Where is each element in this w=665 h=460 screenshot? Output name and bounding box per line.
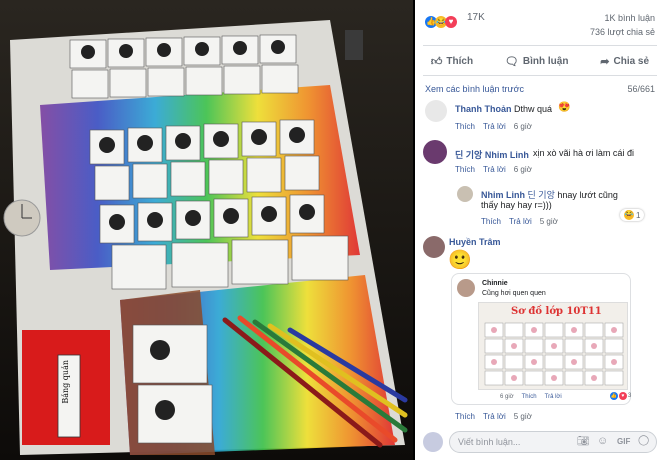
divider — [423, 75, 657, 76]
comment-time[interactable]: 5 giờ — [514, 412, 532, 421]
comment-input-placeholder: Viết bình luận... — [458, 437, 521, 447]
view-previous-comments[interactable]: Xem các bình luận trước — [425, 84, 524, 94]
comment-input[interactable]: Viết bình luận... 📷︎ ☺ GIF ◯ — [449, 431, 657, 453]
comment-button[interactable]: 🗨︎ Bình luận — [505, 55, 569, 68]
speech-bubble-icon: 🗨︎ — [504, 55, 519, 68]
comment-like-link[interactable]: Thích — [455, 165, 475, 174]
commenter-name[interactable]: Huyền Trâm — [449, 237, 501, 247]
divider — [423, 45, 657, 46]
heart-eyes-emoji: 😍 — [558, 102, 571, 113]
avatar — [423, 432, 443, 452]
comment-reply-link[interactable]: Trả lời — [509, 217, 532, 226]
avatar[interactable] — [425, 100, 447, 122]
reaction-count[interactable]: 17K — [467, 12, 485, 23]
smiley-emoji: 🙂 — [448, 250, 472, 271]
commenter-name[interactable]: Nhim Linh — [481, 190, 525, 200]
reaction-count: 3 — [628, 393, 632, 399]
sticker-icon[interactable]: ◯ — [638, 435, 649, 446]
comment-count[interactable]: 1K bình luận — [604, 13, 655, 23]
comment-actions: Thích Trả lời 5 giờ — [455, 412, 540, 421]
card-time: 6 giờ — [500, 394, 514, 400]
seating-chart-thumbnail — [484, 322, 624, 386]
commenter-name[interactable]: Thanh Thoản — [455, 104, 512, 114]
haha-reaction-icon: 😂 — [624, 210, 634, 220]
comment-actions: Thích Trả lời 5 giờ — [481, 217, 566, 226]
comment-time[interactable]: 5 giờ — [540, 217, 558, 226]
card-reactions[interactable]: 👍 ♥ 3 — [610, 392, 631, 400]
like-reaction-icon: 👍 — [610, 392, 618, 400]
comment-text: xịn xò vãi hà ơi làm cái đi — [533, 148, 634, 158]
reaction-icons[interactable]: 👍😂 ♥ — [425, 11, 457, 29]
comment-text: Dthw quá — [514, 104, 553, 114]
comment-time[interactable]: 6 giờ — [514, 122, 532, 131]
post-photo[interactable]: Bảng quản — [0, 0, 413, 460]
reaction-count: 1 — [636, 210, 641, 220]
card-reply-link[interactable]: Trả lời — [545, 394, 562, 400]
photo-label: Bảng quản — [61, 360, 70, 404]
thumbs-up-icon: 👍︎ — [430, 55, 443, 68]
attached-comment-card[interactable]: Chinnie Cũng hơi quen quen Sơ đồ lớp 10T… — [451, 273, 631, 405]
comment-actions: Thích Trả lời 6 giờ — [455, 165, 540, 174]
gif-icon[interactable]: GIF — [617, 437, 630, 446]
comment-like-link[interactable]: Thích — [455, 412, 475, 421]
avatar[interactable] — [423, 236, 445, 258]
comment-text: hnay lướt cũng — [557, 190, 618, 200]
mention[interactable]: 딘 기앙 — [528, 190, 555, 200]
comments-panel: 👍😂 ♥ 17K 1K bình luận 736 lượt chia sẻ 👍︎… — [415, 0, 665, 460]
card-image: Sơ đồ lớp 10T11 — [478, 302, 628, 390]
comment-pagination: 56/661 — [627, 84, 655, 94]
share-count[interactable]: 736 lượt chia sẻ — [590, 27, 655, 37]
avatar — [457, 279, 475, 297]
comment-actions: Thích Trả lời 6 giờ — [455, 122, 540, 131]
avatar[interactable] — [457, 186, 473, 202]
comment-time[interactable]: 6 giờ — [514, 165, 532, 174]
avatar[interactable] — [423, 140, 447, 164]
like-button[interactable]: 👍︎ Thích — [431, 55, 473, 68]
comment-reply-link[interactable]: Trả lời — [483, 165, 506, 174]
card-actions: 6 giờ Thích Trả lời — [500, 394, 570, 400]
card-image-caption: Sơ đồ lớp 10T11 — [511, 306, 602, 317]
camera-icon[interactable]: 📷︎ — [577, 436, 590, 447]
commenter-name[interactable]: 딘 기앙 Nhim Linh — [455, 148, 529, 161]
comment-like-link[interactable]: Thích — [455, 122, 475, 131]
comment-reply-link[interactable]: Trả lời — [483, 412, 506, 421]
action-bar: 👍︎ Thích 🗨︎ Bình luận ➦ Chia sẻ — [415, 50, 665, 72]
emoji-icon[interactable]: ☺ — [597, 435, 608, 447]
card-author: Chinnie — [482, 280, 508, 287]
love-reaction-icon: ♥ — [445, 16, 457, 28]
comment-text-continued: thấy hay hay r=))) — [481, 200, 552, 210]
reaction-summary[interactable]: 😂 1 — [620, 209, 645, 221]
share-button[interactable]: ➦ Chia sẻ — [600, 55, 649, 68]
comment-reply-link[interactable]: Trả lời — [483, 122, 506, 131]
card-text: Cũng hơi quen quen — [482, 290, 546, 297]
share-arrow-icon: ➦ — [600, 55, 610, 68]
love-reaction-icon: ♥ — [619, 392, 627, 400]
card-like-link[interactable]: Thích — [522, 394, 537, 400]
comment-like-link[interactable]: Thích — [481, 217, 501, 226]
